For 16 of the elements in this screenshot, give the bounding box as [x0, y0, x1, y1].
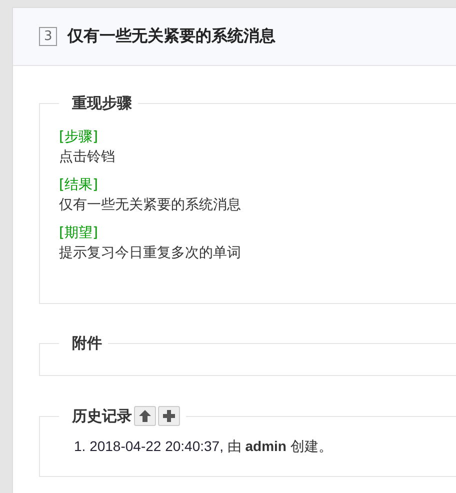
- plus-icon: [162, 409, 176, 423]
- step-text: 仅有一些无关紧要的系统消息: [59, 196, 242, 215]
- section-legend: 附件: [72, 334, 102, 353]
- add-button[interactable]: [158, 406, 180, 426]
- step-label: [期望]: [59, 224, 99, 243]
- up-arrow-button[interactable]: [134, 406, 156, 426]
- history-entry: 1. 2018-04-22 20:40:37, 由 admin 创建。: [74, 438, 334, 456]
- step-label: [步骤]: [59, 128, 99, 147]
- step-label: [结果]: [59, 176, 99, 195]
- step-text: 点击铃铛: [59, 148, 116, 167]
- bug-id: 3: [39, 27, 58, 46]
- up-arrow-icon: [138, 409, 152, 423]
- section-legend: 历史记录: [72, 406, 132, 426]
- step-text: 提示复习今日重复多次的单词: [59, 244, 242, 263]
- bug-title: 仅有一些无关紧要的系统消息: [67, 26, 276, 47]
- section-legend: 重现步骤: [72, 94, 132, 113]
